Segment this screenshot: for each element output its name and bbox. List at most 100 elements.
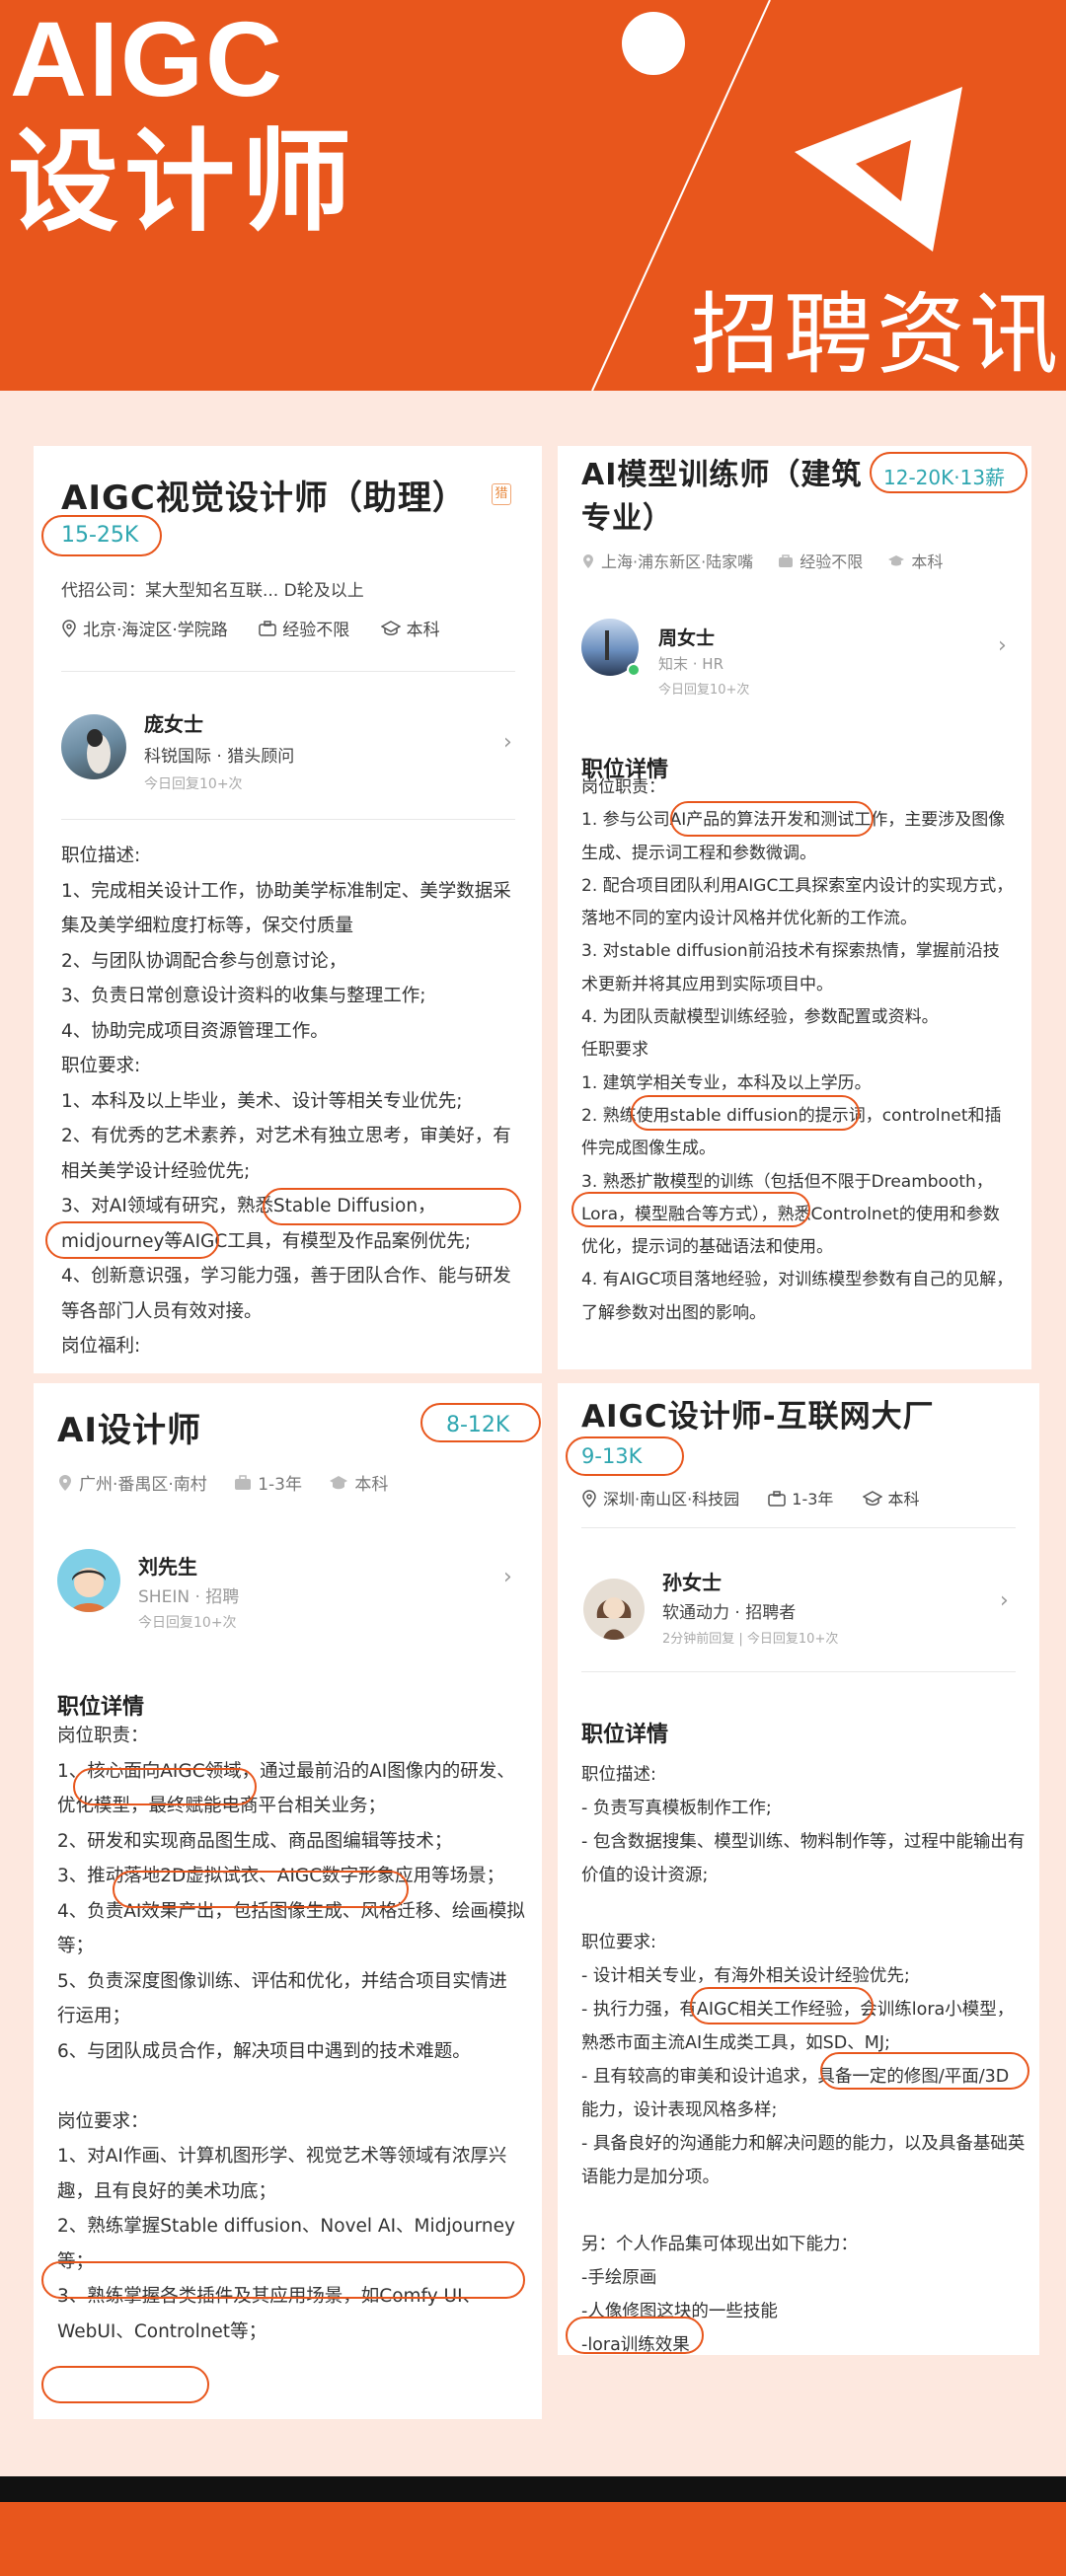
salary: 9-13K: [581, 1444, 643, 1468]
location-pin-icon: [581, 1489, 597, 1511]
desc-line: 3、熟练掌握各类插件及其应用场景，如Comfy UI、WebUI、Control…: [57, 2286, 482, 2342]
arrow-icon: [795, 87, 962, 252]
briefcase-icon: [778, 553, 794, 572]
avatar[interactable]: [57, 1549, 120, 1612]
desc-line: 2、有优秀的艺术素养，对艺术有独立思考，审美好，有相关美学设计经验优先;: [61, 1126, 511, 1182]
desc-line: 4、协助完成项目资源管理工作。: [61, 1020, 329, 1042]
job-meta: 北京·海淀区·学院路 经验不限 本科: [61, 616, 440, 642]
salary: 12-20K·13薪: [883, 466, 1006, 489]
desc-line: - 执行力强，有AIGC相关工作经验，会训练lora小模型，熟悉市面主流AI生成…: [581, 2000, 1015, 2053]
experience: 1-3年: [792, 1490, 834, 1509]
experience: 1-3年: [258, 1475, 302, 1495]
job-title: AIGC设计师-互联网大厂: [581, 1399, 935, 1435]
avatar[interactable]: [583, 1579, 645, 1640]
desc-line: 职位要求:: [581, 1933, 656, 1952]
headhunter-badge: 猎: [492, 483, 511, 505]
desc-line: 岗位福利:: [61, 1336, 141, 1357]
desc-line: 岗位职责：: [57, 1726, 149, 1746]
job-description: 岗位职责： 1、核心面向AIGC领域，通过最前沿的AI图像内的研发、优化模型，最…: [57, 1719, 525, 2349]
desc-line: - 且有较高的审美和设计追求，具备一定的修图/平面/3D能力，设计表现风格多样;: [581, 2067, 1010, 2120]
job-card-aigc-visual-designer[interactable]: AIGC视觉设计师（助理） 猎 15-25K 代招公司：某大型知名互联... D…: [34, 446, 542, 1373]
desc-line: 任职要求: [581, 1040, 648, 1061]
avatar[interactable]: [61, 714, 126, 779]
desc-line: [57, 2069, 525, 2104]
location-pin-icon: [581, 553, 595, 573]
desc-line: -人像修图这块的一些技能: [581, 2302, 778, 2321]
location: 北京·海淀区·学院路: [83, 621, 228, 640]
desc-line: [581, 1892, 1026, 1926]
desc-line: 2. 熟练使用stable diffusion的提示词，controlnet和插…: [581, 1105, 1002, 1159]
location-pin-icon: [61, 619, 77, 642]
desc-line: - 负责写真模板制作工作;: [581, 1799, 772, 1818]
location-pin-icon: [57, 1474, 73, 1497]
job-card-ai-designer[interactable]: AI设计师 8-12K 广州·番禺区·南村 1-3年 本科 刘先生 SHEIN …: [34, 1383, 542, 2419]
job-description: 职位描述: - 负责写真模板制作工作; - 包含数据搜集、模型训练、物料制作等，…: [581, 1758, 1026, 2362]
header-subtitle: 招聘资讯: [691, 283, 1062, 387]
header-title-aigc: AIGC: [10, 0, 284, 118]
job-meta: 深圳·南山区·科技园 1-3年 本科: [581, 1486, 920, 1511]
desc-line: 6、与团队成员合作，解决项目中遇到的技术难题。: [57, 2040, 471, 2062]
desc-line: 3. 熟悉扩散模型的训练（包括但不限于Dreambooth，Lora，模型融合等…: [581, 1171, 1000, 1258]
company-line: 代招公司：某大型知名互联... D轮及以上: [61, 581, 364, 601]
job-title: AI模型训练师（建筑专业）: [581, 458, 863, 536]
desc-line: 4. 为团队贡献模型训练经验，参数配置或资料。: [581, 1007, 939, 1028]
briefcase-icon: [259, 620, 276, 641]
salary: 8-12K: [446, 1413, 510, 1437]
decorative-circle: [622, 12, 685, 75]
footer-bar-orange: [0, 2502, 1066, 2576]
job-meta: 上海·浦东新区·陆家嘴 经验不限 本科: [581, 549, 943, 573]
job-title: AIGC视觉设计师（助理）: [61, 478, 467, 518]
hr-role: 科锐国际 · 猎头顾问: [144, 747, 295, 767]
location: 上海·浦东新区·陆家嘴: [601, 552, 754, 571]
education: 本科: [354, 1475, 389, 1495]
desc-line: 另：个人作品集可体现出如下能力：: [581, 2235, 858, 2254]
chevron-right-icon[interactable]: ›: [503, 1565, 512, 1589]
hr-name: 周女士: [658, 627, 716, 649]
education: 本科: [887, 1490, 920, 1509]
education: 本科: [406, 621, 440, 640]
job-card-ai-model-trainer[interactable]: AI模型训练师（建筑专业） 12-20K·13薪 上海·浦东新区·陆家嘴 经验不…: [558, 446, 1031, 1369]
job-title: AI设计师: [57, 1411, 201, 1450]
desc-line: 1、核心面向AIGC领域，通过最前沿的AI图像内的研发、优化模型，最终赋能电商平…: [57, 1760, 515, 1817]
location: 广州·番禺区·南村: [79, 1475, 207, 1495]
section-title: 职位详情: [581, 1723, 669, 1747]
footer-bar-dark: [0, 2476, 1066, 2502]
desc-line: 4. 有AIGC项目落地经验，对训练模型参数有自己的见解，了解参数对出图的影响。: [581, 1270, 1014, 1323]
desc-line: 岗位要求：: [57, 2110, 149, 2132]
job-card-aigc-designer-internet[interactable]: AIGC设计师-互联网大厂 9-13K 深圳·南山区·科技园 1-3年 本科 孙…: [558, 1383, 1039, 2355]
desc-line: 4、创新意识强，学习能力强，善于团队合作、能与研发等各部门人员有效对接。: [61, 1266, 511, 1322]
header-title-designer: 设计师: [8, 118, 357, 247]
hr-name: 刘先生: [138, 1555, 197, 1579]
desc-line: 4、负责AI效果产出，包括图像生成、风格迁移、绘画模拟等；: [57, 1900, 525, 1957]
desc-line: - 设计相关专业，有海外相关设计经验优先;: [581, 1966, 910, 1986]
desc-line: 2、研发和实现商品图生成、商品图编辑等技术；: [57, 1830, 453, 1852]
hr-role: 知末 · HR: [658, 655, 724, 673]
briefcase-icon: [768, 1490, 787, 1510]
hr-reply-rate: 今日回复10+次: [138, 1615, 237, 1631]
desc-line: [581, 2194, 1026, 2228]
desc-line: 3、对AI领域有研究，熟悉Stable Diffusion，midjourney…: [61, 1196, 472, 1252]
desc-line: 1、对AI作画、计算机图形学、视觉艺术等领域有浓厚兴趣，且有良好的美术功底；: [57, 2146, 507, 2202]
job-meta: 广州·番禺区·南村 1-3年 本科: [57, 1470, 388, 1497]
online-status-dot: [627, 663, 641, 677]
header-banner: AIGC 设计师 招聘资讯: [0, 0, 1066, 391]
chevron-right-icon[interactable]: ›: [998, 633, 1007, 658]
desc-line: 3. 对stable diffusion前沿技术有探索热情，掌握前沿技术更新并将…: [581, 941, 1000, 994]
hr-role: 软通动力 · 招聘者: [662, 1603, 797, 1623]
desc-line: 1、完成相关设计工作，协助美学标准制定、美学数据采集及美学细粒度打标等，保交付质…: [61, 880, 511, 937]
graduation-cap-icon: [380, 620, 402, 641]
desc-line: 5、负责深度图像训练、评估和优化，并结合项目实情进行运用；: [57, 1970, 507, 2027]
desc-line: - 包含数据搜集、模型训练、物料制作等，过程中能输出有价值的设计资源;: [581, 1832, 1026, 1885]
location: 深圳·南山区·科技园: [603, 1490, 740, 1509]
hr-reply-rate: 2分钟前回复 | 今日回复10+次: [662, 1632, 839, 1647]
chevron-right-icon[interactable]: ›: [503, 730, 512, 755]
graduation-cap-icon: [887, 553, 905, 572]
highlight-oval: [41, 2366, 209, 2403]
hr-reply-rate: 今日回复10+次: [658, 683, 750, 698]
desc-line: 职位要求:: [61, 1056, 141, 1076]
experience: 经验不限: [282, 621, 350, 640]
desc-line: 2、与团队协调配合参与创意讨论，: [61, 950, 347, 972]
chevron-right-icon[interactable]: ›: [1000, 1588, 1009, 1613]
desc-line: 2、熟练掌握Stable diffusion、Novel AI、Midjourn…: [57, 2216, 515, 2272]
hr-name: 孙女士: [662, 1571, 722, 1594]
